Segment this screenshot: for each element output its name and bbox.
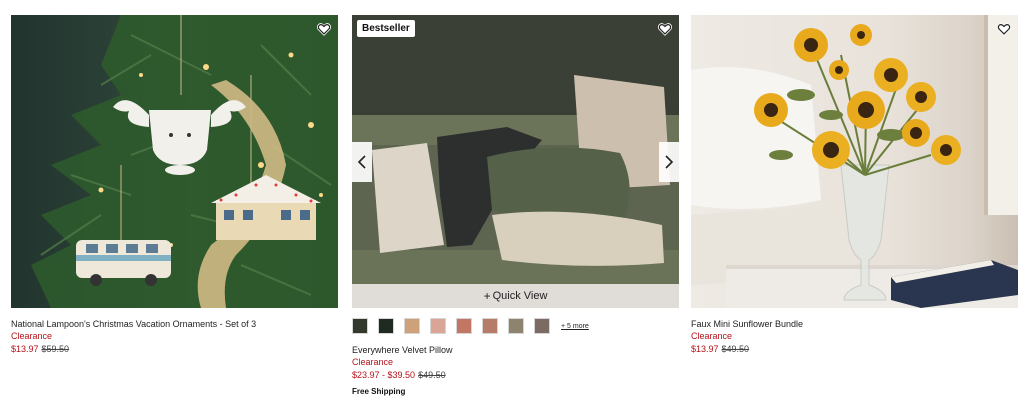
quick-view-button[interactable]: + Quick View bbox=[352, 284, 679, 308]
product-image-pillows[interactable]: Bestseller + Quick View bbox=[352, 15, 679, 308]
sunflower-illustration bbox=[691, 15, 1018, 308]
color-swatch[interactable] bbox=[352, 318, 368, 334]
clearance-label: Clearance bbox=[352, 357, 394, 367]
chevron-left-icon bbox=[357, 155, 366, 169]
product-image-sunflowers[interactable] bbox=[691, 15, 1018, 308]
product-name[interactable]: National Lampoon's Christmas Vacation Or… bbox=[11, 319, 256, 329]
clearance-label: Clearance bbox=[11, 331, 53, 341]
pillows-illustration bbox=[352, 75, 679, 308]
sale-price: $13.97 bbox=[691, 344, 719, 354]
sale-price: $13.97 bbox=[11, 344, 39, 354]
quick-view-label: Quick View bbox=[492, 290, 548, 302]
color-swatch[interactable] bbox=[404, 318, 420, 334]
product-card-ornaments[interactable] bbox=[11, 15, 338, 308]
color-swatch[interactable] bbox=[508, 318, 524, 334]
original-price: $49.50 bbox=[418, 370, 446, 380]
product-name[interactable]: Faux Mini Sunflower Bundle bbox=[691, 319, 803, 329]
clearance-label: Clearance bbox=[691, 331, 733, 341]
product-image-ornaments[interactable] bbox=[11, 15, 338, 308]
heart-outline-icon[interactable] bbox=[315, 20, 333, 38]
product-name[interactable]: Everywhere Velvet Pillow bbox=[352, 345, 453, 355]
heart-outline-icon[interactable] bbox=[656, 20, 674, 38]
product-card-sunflower[interactable] bbox=[691, 15, 1018, 308]
sale-price: $23.97 - $39.50 bbox=[352, 370, 416, 380]
bestseller-badge: Bestseller bbox=[357, 20, 415, 37]
price-row: $13.97 $49.50 bbox=[691, 344, 749, 354]
heart-outline-icon[interactable] bbox=[995, 20, 1013, 38]
carousel-next-button[interactable] bbox=[659, 142, 679, 182]
original-price: $59.50 bbox=[41, 344, 70, 354]
product-card-velvet-pillow[interactable]: Bestseller + Quick View bbox=[352, 15, 679, 308]
color-swatch[interactable] bbox=[430, 318, 446, 334]
price-row: $13.97 $59.50 bbox=[11, 344, 69, 354]
chevron-right-icon bbox=[665, 155, 674, 169]
plus-icon: + bbox=[483, 289, 491, 303]
color-swatch[interactable] bbox=[378, 318, 394, 334]
color-swatch[interactable] bbox=[534, 318, 550, 334]
color-swatch[interactable] bbox=[482, 318, 498, 334]
carousel-prev-button[interactable] bbox=[352, 142, 372, 182]
tree-illustration bbox=[31, 15, 338, 308]
color-swatches: + 5 more bbox=[352, 318, 589, 334]
price-row: $23.97 - $39.50 $49.50 bbox=[352, 370, 446, 380]
original-price: $49.50 bbox=[721, 344, 750, 354]
free-shipping-label: Free Shipping bbox=[352, 387, 406, 396]
color-swatch[interactable] bbox=[456, 318, 472, 334]
more-colors-link[interactable]: + 5 more bbox=[561, 323, 589, 330]
